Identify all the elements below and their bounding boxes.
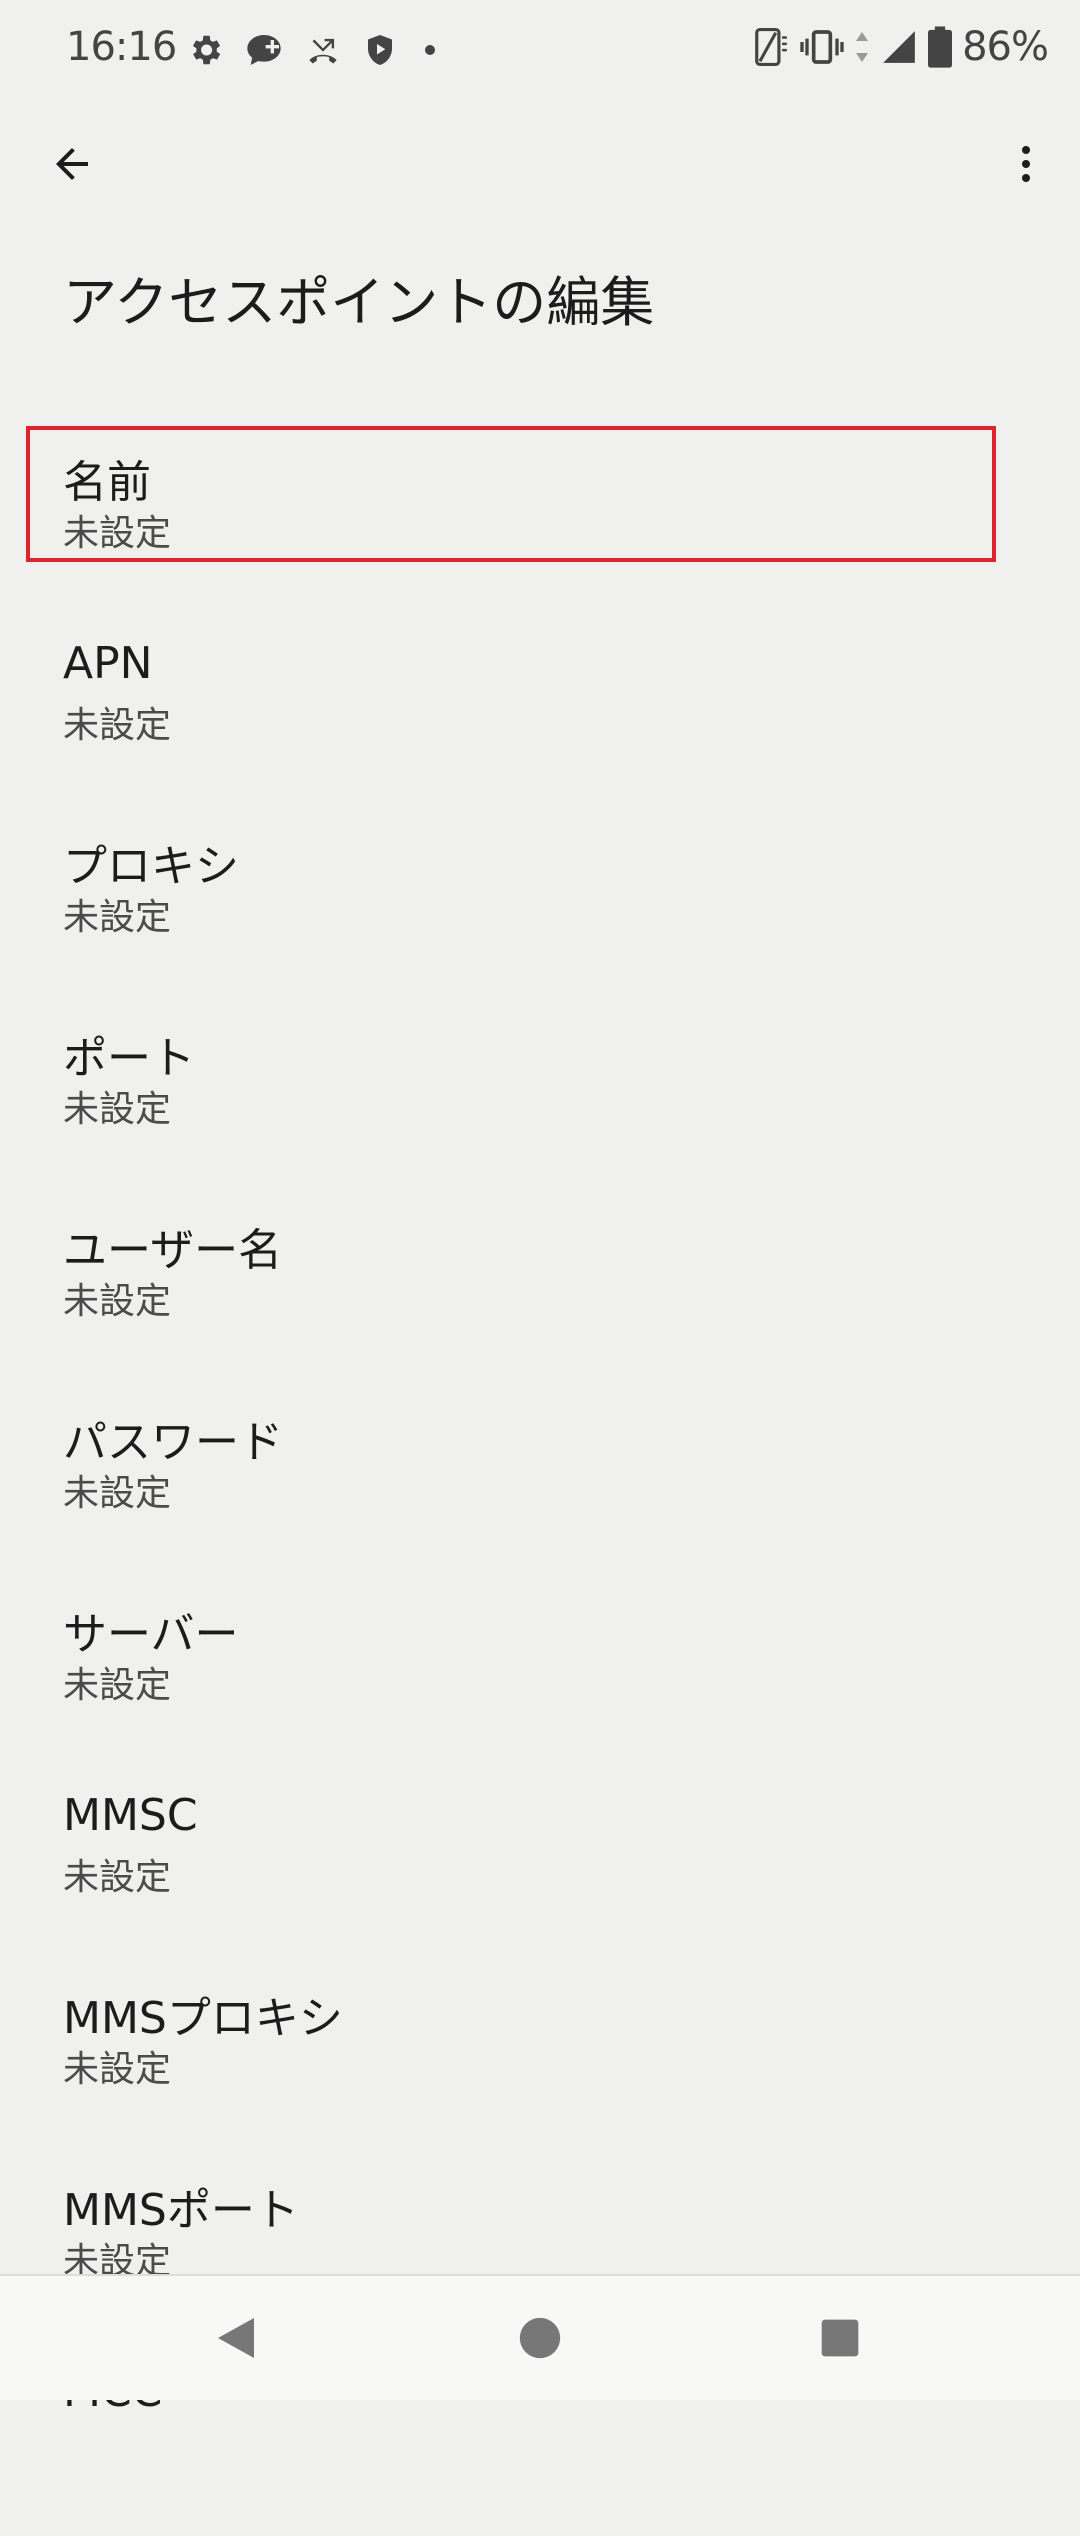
status-time: 16:16 (66, 24, 177, 70)
more-vert-icon (1022, 146, 1030, 182)
setting-summary: 未設定 (63, 1473, 172, 1514)
setting-item-username[interactable]: ユーザー名 未設定 (0, 1192, 1080, 1384)
vibrate-icon (800, 30, 844, 64)
setting-title: MMSポート (63, 2185, 299, 2236)
setting-summary: 未設定 (63, 2049, 172, 2090)
status-bar: 16:16 86% (0, 0, 1080, 104)
battery-icon (928, 26, 953, 68)
no-sim-icon (755, 28, 787, 66)
setting-title: 名前 (63, 457, 151, 508)
status-system-icons: 86% (752, 24, 1049, 70)
setting-title: パスワード (63, 1417, 283, 1468)
more-options-button[interactable] (988, 126, 1064, 202)
setting-item-mmsc[interactable]: MMSC 未設定 (0, 1768, 1080, 1960)
apn-settings-list: 名前 未設定 APN 未設定 プロキシ 未設定 ポート 未設定 ユーザー名 未設… (0, 424, 1080, 2536)
setting-item-apn[interactable]: APN 未設定 (0, 616, 1080, 808)
nav-recents-square-icon (821, 2319, 859, 2357)
setting-title: MMSC (63, 1790, 198, 1841)
setting-item-proxy[interactable]: プロキシ 未設定 (0, 808, 1080, 1000)
setting-item-port[interactable]: ポート 未設定 (0, 1000, 1080, 1192)
top-app-bar (0, 104, 1080, 216)
setting-summary: 未設定 (63, 1089, 172, 1130)
setting-title: サーバー (63, 1609, 239, 1660)
arrow-back-icon (56, 148, 88, 180)
back-button[interactable] (34, 126, 110, 202)
nav-home-circle-icon (519, 2317, 561, 2359)
page-title: アクセスポイントの編集 (63, 271, 655, 334)
shield-play-icon (368, 35, 392, 65)
system-navigation-bar (0, 2274, 1080, 2400)
setting-summary: 未設定 (63, 1281, 172, 1322)
chat-add-icon (247, 35, 281, 65)
setting-title: MMSプロキシ (63, 1993, 343, 2044)
status-notification-icons (186, 30, 442, 70)
setting-title: ユーザー名 (63, 1225, 283, 1276)
nav-home-button[interactable] (498, 2296, 582, 2380)
setting-item-password[interactable]: パスワード 未設定 (0, 1384, 1080, 1576)
setting-item-name[interactable]: 名前 未設定 (0, 424, 1080, 616)
dot-icon (425, 45, 435, 55)
setting-summary: 未設定 (63, 1665, 172, 1706)
setting-summary: 未設定 (63, 705, 172, 746)
setting-item-mms-proxy[interactable]: MMSプロキシ 未設定 (0, 1960, 1080, 2152)
setting-title: APN (63, 638, 153, 689)
nav-back-button[interactable] (194, 2296, 278, 2380)
setting-summary: 未設定 (63, 1857, 172, 1898)
setting-summary: 未設定 (63, 897, 172, 938)
settings-icon (192, 35, 221, 65)
setting-title: プロキシ (63, 841, 239, 892)
nav-back-triangle-icon (218, 2318, 254, 2358)
setting-summary: 未設定 (63, 513, 172, 554)
setting-title: ポート (63, 1033, 195, 1084)
battery-percent: 86% (962, 24, 1049, 70)
nav-recents-button[interactable] (798, 2296, 882, 2380)
missed-call-icon (309, 38, 337, 64)
data-arrows-icon (856, 32, 869, 62)
setting-item-server[interactable]: サーバー 未設定 (0, 1576, 1080, 1768)
signal-icon (883, 31, 915, 63)
